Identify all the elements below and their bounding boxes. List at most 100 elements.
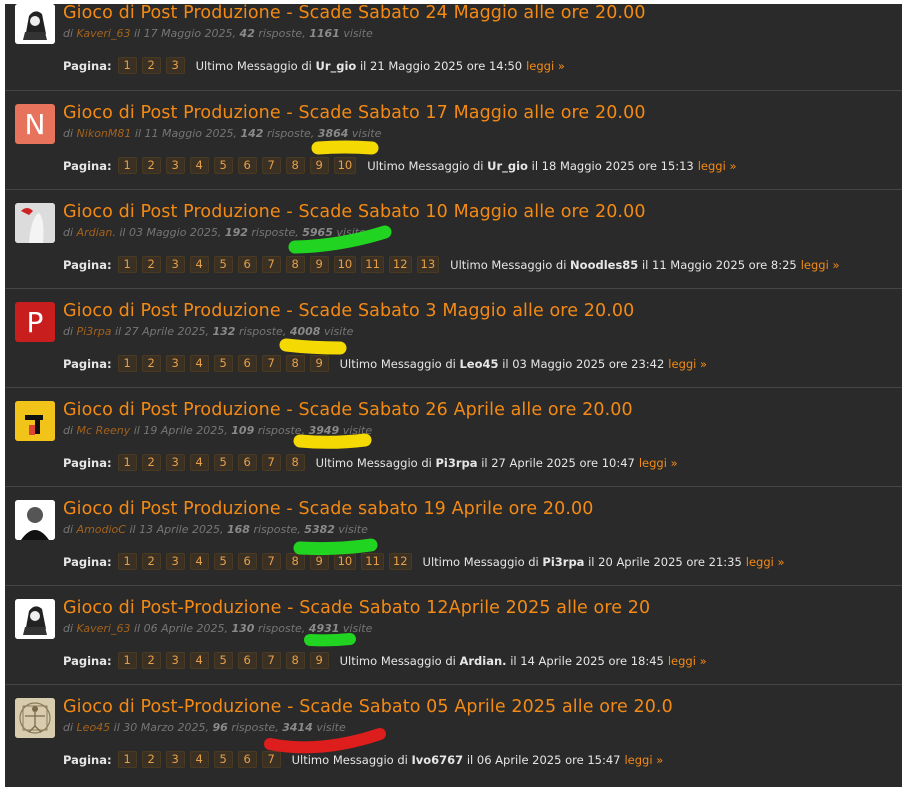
- page-link[interactable]: 3: [165, 553, 185, 570]
- page-link[interactable]: 8: [285, 355, 305, 372]
- page-link[interactable]: 7: [261, 553, 281, 570]
- author-link[interactable]: NikonM81: [77, 127, 132, 140]
- page-link[interactable]: 4: [189, 751, 209, 768]
- page-link[interactable]: 7: [261, 751, 281, 768]
- thread-title-link[interactable]: Gioco di Post-Produzione - Scade Sabato …: [63, 598, 650, 618]
- page-link[interactable]: 4: [189, 454, 209, 471]
- author-link[interactable]: Kaveri_63: [77, 622, 131, 635]
- page-link[interactable]: 7: [261, 157, 281, 174]
- read-link[interactable]: leggi »: [746, 555, 785, 569]
- read-link[interactable]: leggi »: [624, 753, 663, 767]
- page-link[interactable]: 8: [285, 652, 305, 669]
- page-link[interactable]: 8: [285, 157, 305, 174]
- read-link[interactable]: leggi »: [668, 654, 707, 668]
- page-link[interactable]: 6: [237, 157, 257, 174]
- page-link[interactable]: 9: [309, 652, 329, 669]
- last-message-user[interactable]: Ur_gio: [487, 159, 528, 173]
- page-link[interactable]: 5: [213, 652, 233, 669]
- page-link[interactable]: 1: [117, 57, 137, 74]
- page-link[interactable]: 3: [165, 355, 185, 372]
- page-link[interactable]: 9: [309, 157, 329, 174]
- page-link[interactable]: 8: [285, 454, 305, 471]
- page-link[interactable]: 8: [285, 553, 305, 570]
- page-link[interactable]: 1: [117, 652, 137, 669]
- page-link[interactable]: 1: [117, 355, 137, 372]
- thread-title-link[interactable]: Gioco di Post Produzione - Scade sabato …: [63, 499, 593, 519]
- page-link[interactable]: 1: [117, 751, 137, 768]
- page-link[interactable]: 6: [237, 454, 257, 471]
- avatar[interactable]: [15, 4, 55, 44]
- last-message-user[interactable]: Ivo6767: [411, 753, 463, 767]
- avatar[interactable]: [15, 698, 55, 738]
- page-link[interactable]: 5: [213, 355, 233, 372]
- thread-title-link[interactable]: Gioco di Post Produzione - Scade Sabato …: [63, 3, 646, 23]
- page-link[interactable]: 11: [361, 256, 384, 273]
- page-link[interactable]: 3: [165, 157, 185, 174]
- read-link[interactable]: leggi »: [639, 456, 678, 470]
- read-link[interactable]: leggi »: [698, 159, 737, 173]
- page-link[interactable]: 3: [165, 652, 185, 669]
- avatar[interactable]: N: [15, 104, 55, 144]
- last-message-user[interactable]: Pi3rpa: [435, 456, 477, 470]
- page-link[interactable]: 2: [141, 553, 161, 570]
- thread-title-link[interactable]: Gioco di Post Produzione - Scade Sabato …: [63, 103, 646, 123]
- author-link[interactable]: Leo45: [77, 721, 111, 734]
- avatar[interactable]: [15, 203, 55, 243]
- page-link[interactable]: 5: [213, 454, 233, 471]
- page-link[interactable]: 5: [213, 553, 233, 570]
- last-message-user[interactable]: Noodles85: [570, 258, 638, 272]
- author-link[interactable]: Pi3rpa: [77, 325, 112, 338]
- read-link[interactable]: leggi »: [801, 258, 840, 272]
- page-link[interactable]: 9: [309, 256, 329, 273]
- thread-title-link[interactable]: Gioco di Post-Produzione - Scade Sabato …: [63, 697, 673, 717]
- page-link[interactable]: 5: [213, 256, 233, 273]
- page-link[interactable]: 6: [237, 256, 257, 273]
- avatar[interactable]: [15, 401, 55, 441]
- last-message-user[interactable]: Ur_gio: [315, 59, 356, 73]
- page-link[interactable]: 5: [213, 751, 233, 768]
- page-link[interactable]: 4: [189, 553, 209, 570]
- page-link[interactable]: 3: [165, 57, 185, 74]
- page-link[interactable]: 4: [189, 256, 209, 273]
- page-link[interactable]: 12: [388, 256, 412, 273]
- page-link[interactable]: 6: [237, 751, 257, 768]
- page-link[interactable]: 4: [189, 652, 209, 669]
- page-link[interactable]: 4: [189, 157, 209, 174]
- avatar[interactable]: [15, 599, 55, 639]
- last-message-user[interactable]: Leo45: [459, 357, 498, 371]
- page-link[interactable]: 1: [117, 256, 137, 273]
- page-link[interactable]: 11: [361, 553, 384, 570]
- thread-title-link[interactable]: Gioco di Post Produzione - Scade Sabato …: [63, 301, 634, 321]
- avatar[interactable]: P: [15, 302, 55, 342]
- author-link[interactable]: Mc Reeny: [77, 424, 131, 437]
- page-link[interactable]: 9: [309, 553, 329, 570]
- page-link[interactable]: 2: [141, 454, 161, 471]
- read-link[interactable]: leggi »: [668, 357, 707, 371]
- page-link[interactable]: 2: [141, 652, 161, 669]
- page-link[interactable]: 7: [261, 256, 281, 273]
- page-link[interactable]: 2: [141, 355, 161, 372]
- page-link[interactable]: 7: [261, 454, 281, 471]
- page-link[interactable]: 10: [333, 157, 357, 174]
- author-link[interactable]: Ardian.: [77, 226, 116, 239]
- page-link[interactable]: 7: [261, 355, 281, 372]
- page-link[interactable]: 1: [117, 157, 137, 174]
- page-link[interactable]: 5: [213, 157, 233, 174]
- page-link[interactable]: 8: [285, 256, 305, 273]
- page-link[interactable]: 9: [309, 355, 329, 372]
- page-link[interactable]: 6: [237, 652, 257, 669]
- page-link[interactable]: 2: [141, 256, 161, 273]
- page-link[interactable]: 6: [237, 553, 257, 570]
- thread-title-link[interactable]: Gioco di Post Produzione - Scade Sabato …: [63, 202, 646, 222]
- page-link[interactable]: 4: [189, 355, 209, 372]
- avatar[interactable]: [15, 500, 55, 540]
- last-message-user[interactable]: Pi3rpa: [542, 555, 584, 569]
- page-link[interactable]: 10: [333, 256, 357, 273]
- page-link[interactable]: 10: [333, 553, 357, 570]
- author-link[interactable]: Kaveri_63: [77, 27, 131, 40]
- read-link[interactable]: leggi »: [526, 59, 565, 73]
- page-link[interactable]: 1: [117, 553, 137, 570]
- page-link[interactable]: 3: [165, 751, 185, 768]
- page-link[interactable]: 1: [117, 454, 137, 471]
- page-link[interactable]: 3: [165, 454, 185, 471]
